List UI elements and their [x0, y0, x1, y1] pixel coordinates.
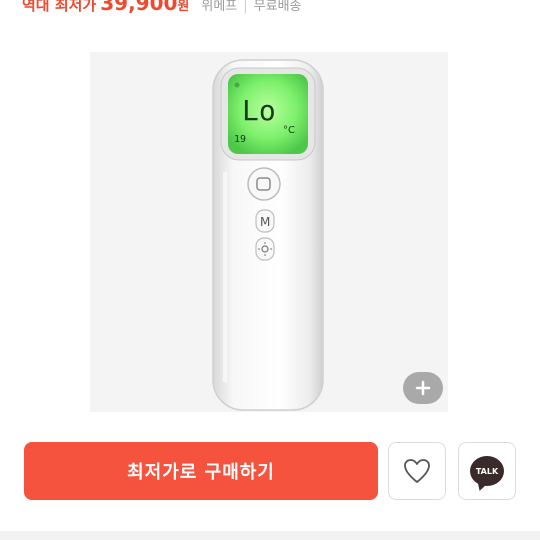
like-button[interactable]	[388, 442, 446, 500]
lcd-unit: °C	[283, 125, 295, 136]
divider: |	[243, 0, 248, 14]
mode-button-label: M	[260, 215, 270, 229]
zoom-button[interactable]	[403, 372, 443, 404]
kakao-talk-icon: TALK	[470, 456, 504, 486]
lcd-small-digits: 19	[234, 134, 246, 145]
kakao-talk-button[interactable]: TALK	[458, 442, 516, 500]
power-button	[247, 167, 281, 201]
talk-label: TALK	[475, 466, 499, 476]
seller-name: 위메프	[201, 0, 238, 14]
product-image-card[interactable]: Lo °C 19 M	[90, 52, 448, 412]
price-unit: 원	[177, 0, 190, 14]
lowest-price-label: 역대 최저가	[22, 0, 97, 14]
bottom-divider	[0, 531, 540, 540]
zoom-plus-icon	[415, 380, 431, 396]
product-image[interactable]: Lo °C 19 M	[90, 52, 448, 412]
lcd-reading: Lo	[242, 94, 276, 127]
price-row: 역대 최저가 39,900 원 위메프 | 무료배송	[22, 0, 302, 15]
buy-lowest-price-button[interactable]: 최저가로 구매하기	[24, 442, 378, 500]
heart-icon	[404, 459, 430, 483]
shipping-info: 무료배송	[253, 0, 302, 14]
price-value: 39,900	[100, 0, 178, 15]
